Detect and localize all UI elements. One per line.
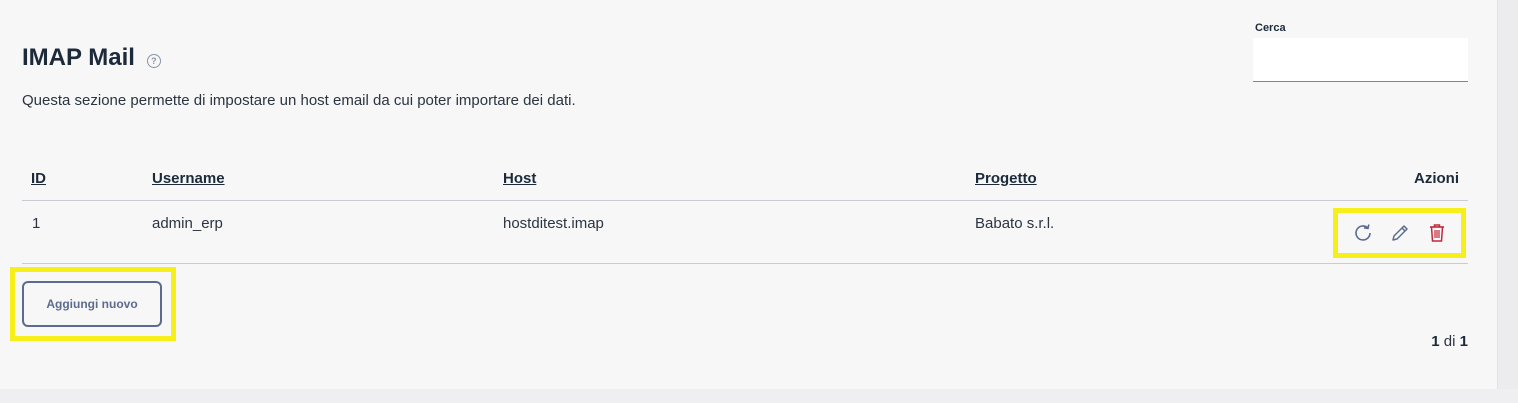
- column-header-id[interactable]: ID: [31, 170, 46, 187]
- page-title: IMAP Mail ?: [22, 44, 161, 72]
- refresh-icon[interactable]: [1351, 221, 1375, 245]
- page-title-text: IMAP Mail: [22, 44, 135, 71]
- page-footer-strip: [0, 389, 1518, 403]
- trash-icon[interactable]: [1425, 221, 1449, 245]
- cell-id: 1: [32, 215, 41, 232]
- pagination-current: 1: [1431, 333, 1440, 350]
- pagination-total: 1: [1459, 333, 1468, 350]
- search-input[interactable]: [1253, 38, 1468, 82]
- column-header-project[interactable]: Progetto: [975, 170, 1037, 187]
- column-header-host[interactable]: Host: [503, 170, 536, 187]
- row-actions-highlight: [1333, 208, 1466, 258]
- pagination-separator: di: [1443, 333, 1456, 350]
- search-label: Cerca: [1255, 22, 1286, 34]
- cell-username: admin_erp: [152, 215, 223, 232]
- scrollbar-track[interactable]: [1497, 0, 1518, 403]
- add-new-button[interactable]: Aggiungi nuovo: [22, 281, 162, 327]
- pencil-icon[interactable]: [1388, 221, 1412, 245]
- help-icon[interactable]: ?: [146, 54, 161, 68]
- column-header-username[interactable]: Username: [152, 170, 225, 187]
- pagination: 1 di 1: [1431, 333, 1468, 350]
- table-row: 1 admin_erp hostditest.imap Babato s.r.l…: [22, 201, 1468, 264]
- cell-host: hostditest.imap: [503, 215, 604, 232]
- column-header-actions: Azioni: [1414, 170, 1459, 187]
- cell-project: Babato s.r.l.: [975, 215, 1055, 232]
- page-description: Questa sezione permette di impostare un …: [22, 92, 576, 109]
- table-header: ID Username Host Progetto Azioni: [22, 160, 1468, 201]
